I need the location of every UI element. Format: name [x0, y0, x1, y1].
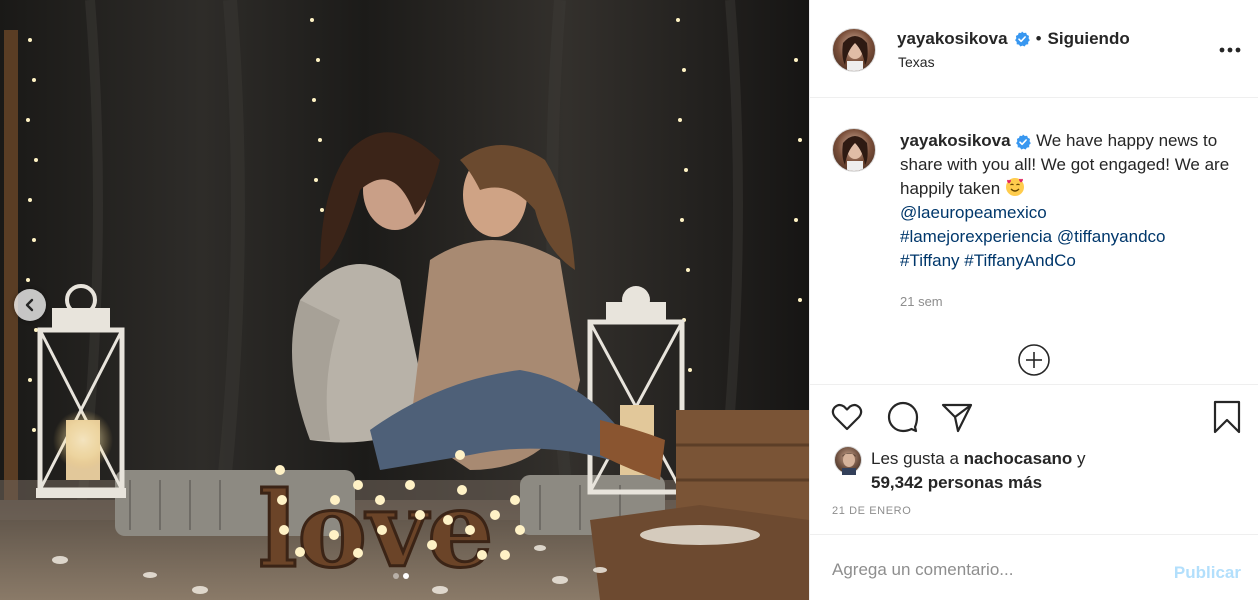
love-marquee-sign: love [258, 468, 493, 591]
more-options-button[interactable] [1217, 38, 1243, 62]
more-options-icon [1219, 47, 1241, 53]
caption-author-avatar[interactable] [832, 128, 876, 172]
bookmark-icon[interactable] [1210, 400, 1244, 434]
likes-joiner: y [1077, 449, 1086, 468]
comment-input[interactable] [832, 555, 1152, 585]
verified-badge-icon [1016, 134, 1032, 150]
avatar-portrait [842, 453, 856, 475]
carousel-dot-active [403, 573, 409, 579]
likes-count[interactable]: 59,342 personas más [871, 473, 1042, 492]
hashtag-link[interactable]: #TiffanyAndCo [964, 251, 1076, 270]
verified-badge-icon [1014, 31, 1030, 47]
likes-prefix: Les gusta a [871, 449, 959, 468]
hashtag-link[interactable]: #lamejorexperiencia [900, 227, 1052, 246]
carousel-prev-button[interactable] [14, 289, 46, 321]
avatar-portrait [842, 36, 868, 71]
caption-timestamp[interactable]: 21 sem [900, 294, 943, 309]
post-photo[interactable]: love [0, 0, 809, 600]
author-username[interactable]: yayakosikova [897, 29, 1008, 49]
post-date[interactable]: 21 DE ENERO [832, 505, 911, 517]
mention-link[interactable]: @tiffanyandco [1057, 227, 1166, 246]
comments-section: yayakosikova We have happy news to share… [810, 99, 1258, 384]
carousel-dot [393, 573, 399, 579]
post-sidebar: yayakosikova • Siguiendo Texas yayakosik… [809, 0, 1258, 600]
publish-button[interactable]: Publicar [1174, 563, 1241, 583]
author-avatar[interactable] [832, 28, 876, 72]
mention-link[interactable]: @laeuropeamexico [900, 203, 1047, 222]
separator-dot: • [1035, 29, 1042, 48]
comment-icon[interactable] [886, 400, 920, 434]
post-actions: Les gusta a nachocasano y 59,342 persona… [810, 384, 1258, 534]
avatar-portrait [842, 136, 868, 171]
post-header: yayakosikova • Siguiendo Texas [810, 0, 1258, 98]
carousel-indicator [393, 573, 409, 579]
photo-scene: love [0, 0, 809, 600]
post-location[interactable]: Texas [898, 54, 935, 70]
liker-username[interactable]: nachocasano [964, 449, 1073, 468]
chevron-left-icon [25, 298, 34, 312]
heart-icon[interactable] [830, 400, 864, 434]
caption-username[interactable]: yayakosikova [900, 131, 1011, 150]
comment-form: Publicar [810, 534, 1258, 600]
smiling-face-with-hearts-icon [1005, 178, 1024, 196]
liker-avatar[interactable] [834, 446, 862, 475]
share-icon[interactable] [940, 400, 974, 434]
post-caption: yayakosikova We have happy news to share… [900, 129, 1240, 273]
plus-circle-icon[interactable] [1017, 343, 1051, 377]
hashtag-link[interactable]: #Tiffany [900, 251, 960, 270]
likes-summary: Les gusta a nachocasano y 59,342 persona… [871, 447, 1241, 495]
follow-status-button[interactable]: Siguiendo [1048, 29, 1130, 49]
